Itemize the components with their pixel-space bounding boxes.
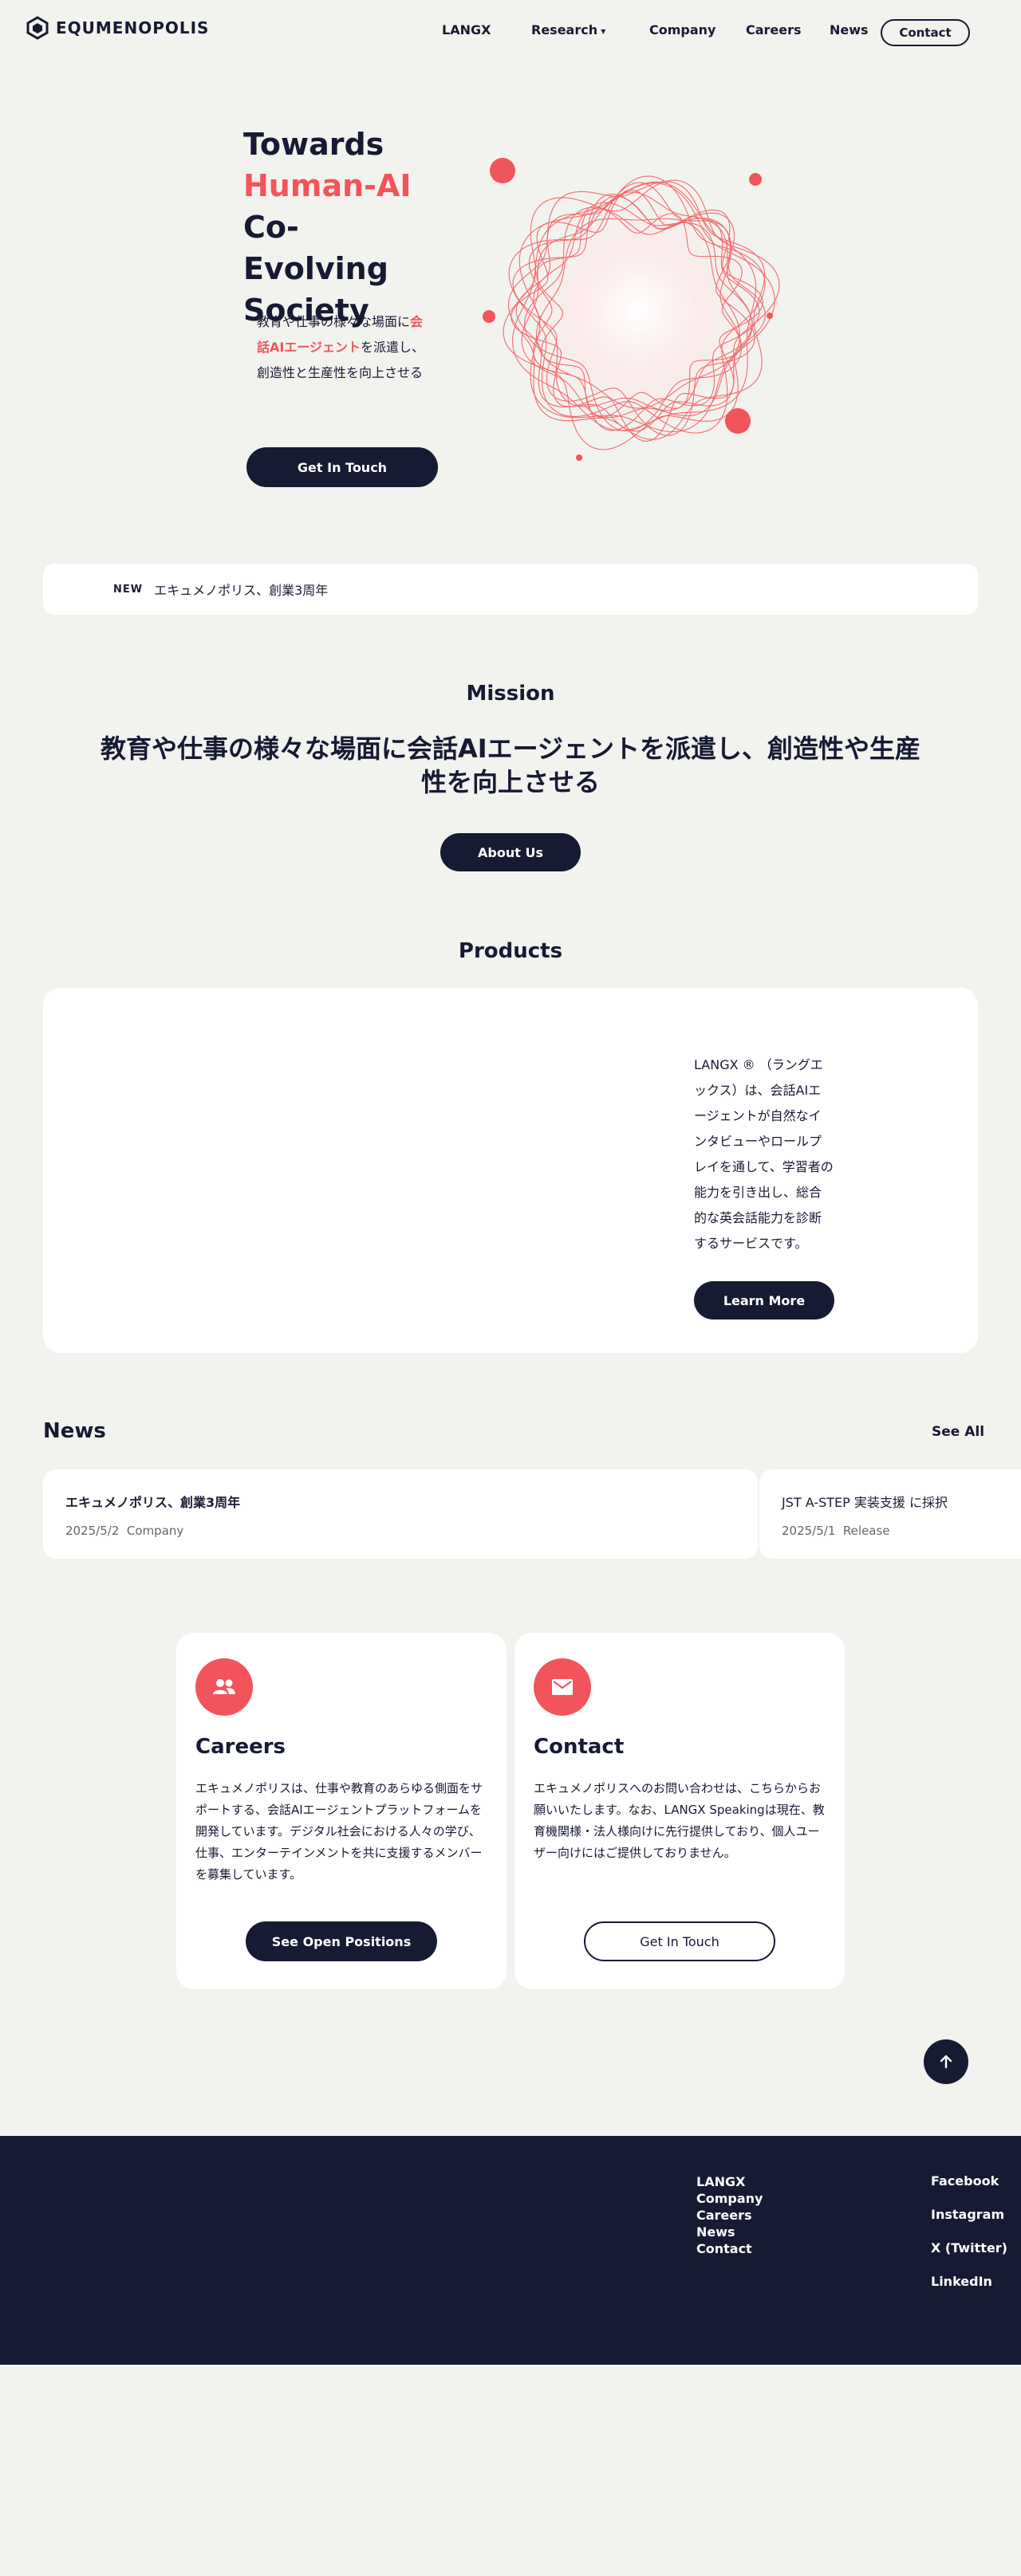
learn-more-button[interactable]: Learn More	[694, 1281, 834, 1319]
hero-sub-part1: 教育や仕事の様々な場面に	[257, 314, 411, 329]
news-card-meta: 2025/5/1 Release	[782, 1524, 890, 1538]
see-open-positions-button[interactable]: See Open Positions	[246, 1921, 437, 1961]
hero-wave-ring-illustration	[483, 158, 780, 461]
hero-dot	[483, 310, 495, 323]
nav-careers[interactable]: Careers	[746, 22, 802, 37]
back-to-top-button[interactable]	[924, 2039, 968, 2084]
footer-link-news[interactable]: News	[696, 2224, 763, 2240]
hero-title-accent: Human-AI	[243, 168, 412, 203]
nav-research[interactable]: Research	[531, 22, 605, 37]
news-card-category: Company	[126, 1524, 184, 1538]
products-title: Products	[458, 939, 563, 963]
footer-link-contact[interactable]: Contact	[696, 2240, 763, 2257]
footer-link-company[interactable]: Company	[696, 2190, 763, 2207]
footer-links: LANGX Company Careers News Contact	[696, 2173, 763, 2257]
news-title: News	[43, 1419, 106, 1443]
product-description: LANGX ® （ラングエックス）は、会話AIエージェントが自然なインタビューや…	[694, 1057, 834, 1251]
people-icon	[195, 1658, 253, 1716]
footer-link-careers[interactable]: Careers	[696, 2207, 763, 2224]
news-card[interactable]: エキュメノポリス、創業3周年 2025/5/2 Company	[43, 1469, 758, 1559]
about-us-button[interactable]: About Us	[440, 833, 581, 871]
nav-langx[interactable]: LANGX	[442, 22, 491, 37]
hero-dot	[725, 408, 751, 434]
news-card-meta: 2025/5/2 Company	[65, 1524, 183, 1538]
nav-news[interactable]: News	[830, 22, 869, 37]
site-footer	[0, 2136, 1021, 2365]
mission-statement: 教育や仕事の様々な場面に会話AIエージェントを派遣し、創造性や生産性を向上させる	[100, 733, 921, 797]
logo-mark-icon	[26, 16, 49, 40]
logo-text: EQUMENOPOLIS	[56, 18, 210, 37]
social-link-x[interactable]: X (Twitter)	[931, 2240, 1007, 2255]
logo[interactable]: EQUMENOPOLIS	[26, 16, 209, 40]
careers-card: Careers エキュメノポリスは、仕事や教育のあらゆる側面をサポートする、会話…	[176, 1633, 507, 1989]
contact-title: Contact	[534, 1735, 625, 1759]
hero-dot	[490, 158, 515, 183]
hero-dot	[749, 173, 762, 186]
new-badge: NEW	[113, 583, 144, 596]
hero-get-in-touch-button[interactable]: Get In Touch	[246, 447, 438, 487]
news-card-title: JST A-STEP 実装支援 に採択	[782, 1495, 948, 1510]
careers-text: エキュメノポリスは、仕事や教育のあらゆる側面をサポートする、会話AIエージェント…	[195, 1781, 483, 1882]
social-link-facebook[interactable]: Facebook	[931, 2173, 999, 2189]
news-card-title: エキュメノポリス、創業3周年	[65, 1495, 241, 1510]
site-header: EQUMENOPOLIS LANGX Research Company Care…	[0, 0, 1021, 64]
mission-title: Mission	[466, 682, 555, 706]
arrow-up-icon	[940, 2055, 952, 2069]
mail-icon	[534, 1658, 591, 1716]
hero-dot	[767, 313, 773, 319]
hero-title-part1: Towards	[243, 127, 384, 162]
news-card-category: Release	[842, 1524, 890, 1538]
contact-button[interactable]: Contact	[881, 19, 970, 46]
news-banner[interactable]: NEW エキュメノポリス、創業3周年	[43, 564, 978, 615]
see-all-link[interactable]: See All	[932, 1424, 984, 1440]
contact-card: Contact エキュメノポリスへのお問い合わせは、こちらからお願いいたします。…	[514, 1633, 845, 1989]
news-card-date: 2025/5/1	[782, 1524, 836, 1538]
contact-get-in-touch-button[interactable]: Get In Touch	[584, 1921, 775, 1961]
hero-title: Towards Human-AI Co-Evolving Society	[243, 124, 443, 331]
contact-text: エキュメノポリスへのお問い合わせは、こちらからお願いいたします。なお、LANGX…	[534, 1781, 825, 1860]
nav-company[interactable]: Company	[649, 22, 715, 37]
footer-link-langx[interactable]: LANGX	[696, 2173, 763, 2190]
hero-dot	[576, 454, 582, 461]
news-card[interactable]: JST A-STEP 実装支援 に採択 2025/5/1 Release	[759, 1469, 1021, 1559]
careers-title: Careers	[195, 1735, 286, 1759]
product-card	[43, 988, 978, 1353]
hero-subtitle: 教育や仕事の様々な場面に会話AIエージェントを派遣し、創造性と生産性を向上させる	[257, 309, 432, 386]
news-card-date: 2025/5/2	[65, 1524, 120, 1538]
banner-text: エキュメノポリス、創業3周年	[154, 583, 329, 598]
social-link-linkedin[interactable]: LinkedIn	[931, 2274, 992, 2289]
social-link-instagram[interactable]: Instagram	[931, 2207, 1004, 2222]
